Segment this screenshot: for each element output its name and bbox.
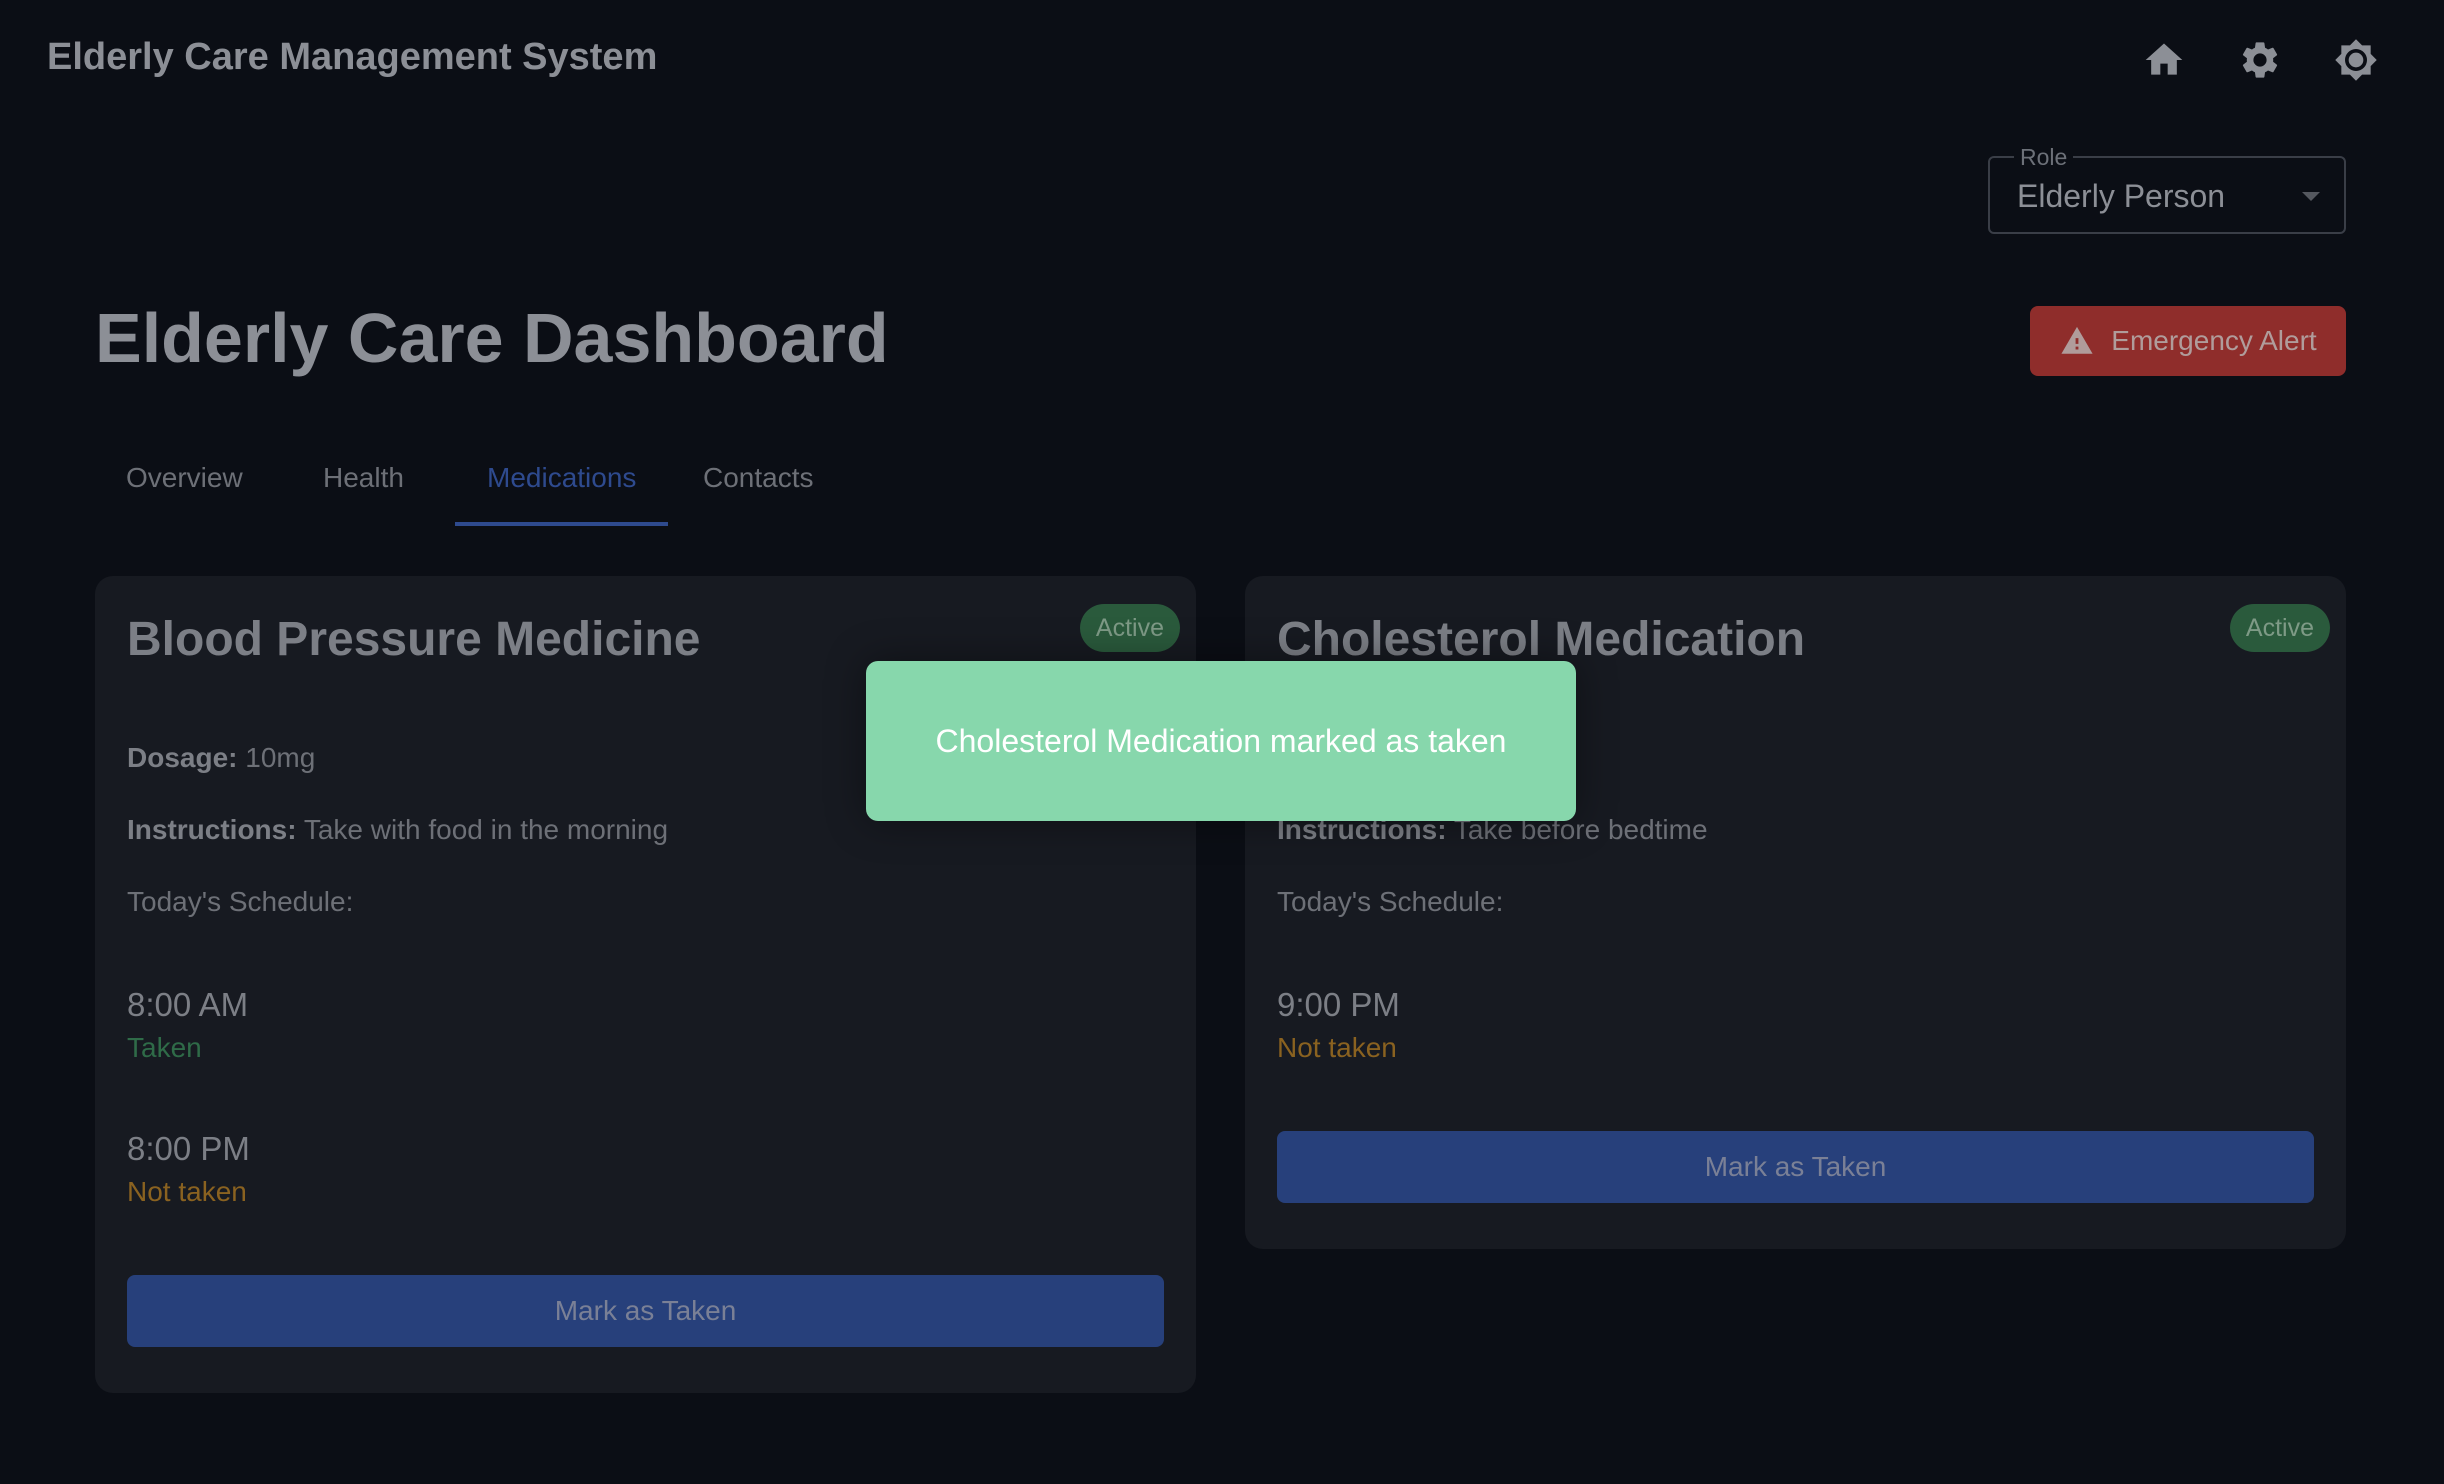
role-value: Elderly Person [2017,178,2226,214]
app-bar: Elderly Care Management System [0,0,2444,120]
schedule-status: Not taken [1277,1032,1397,1063]
schedule-status: Taken [127,1032,202,1063]
mark-as-taken-button[interactable]: Mark as Taken [1277,1131,2314,1203]
instructions-value: Take with food in the morning [303,814,669,845]
dosage-label: Dosage: [127,742,238,773]
tab-contacts[interactable]: Contacts [703,462,814,494]
status-badge: Active [2229,604,2330,652]
role-label: Role [2014,144,2074,171]
emergency-alert-label: Emergency Alert [2111,325,2317,356]
medication-name: Cholesterol Medication [1277,613,1806,666]
role-select[interactable]: Role Elderly Person [1988,144,2346,234]
status-badge: Active [1079,604,1180,652]
toast-notification: Cholesterol Medication marked as taken [866,661,1576,821]
tab-indicator [455,522,668,526]
home-icon[interactable] [2140,36,2188,84]
emergency-alert-button[interactable]: Emergency Alert [2030,306,2346,376]
dosage-value: 10mg [245,742,316,773]
mark-as-taken-button[interactable]: Mark as Taken [127,1275,1164,1347]
tab-medications[interactable]: Medications [487,462,636,494]
page-title: Elderly Care Dashboard [95,299,889,377]
gear-icon[interactable] [2236,36,2284,84]
schedule-label: Today's Schedule: [1277,886,1504,917]
medication-name: Blood Pressure Medicine [127,613,701,666]
schedule-time: 9:00 PM [1277,986,1400,1023]
warning-icon [2061,326,2093,354]
tab-health[interactable]: Health [323,462,404,494]
toast-message: Cholesterol Medication marked as taken [935,722,1507,759]
tab-overview[interactable]: Overview [126,462,243,494]
schedule-time: 8:00 PM [127,1130,250,1167]
brightness-icon[interactable] [2332,36,2380,84]
dosage-field: Dosage: 10mg [127,742,315,774]
app-title: Elderly Care Management System [47,36,658,78]
schedule-time: 8:00 AM [127,986,249,1023]
instructions-label: Instructions: [127,814,297,845]
instructions-field: Instructions: Take with food in the morn… [127,814,668,846]
schedule-label: Today's Schedule: [127,886,354,917]
chevron-down-icon [2302,192,2320,201]
schedule-status: Not taken [127,1176,247,1207]
